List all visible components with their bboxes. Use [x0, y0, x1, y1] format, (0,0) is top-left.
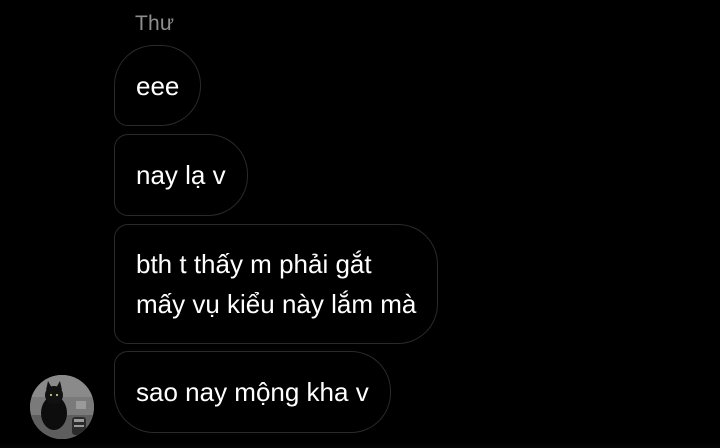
message-bubble[interactable]: eee — [114, 45, 202, 126]
message-text: nay lạ v — [136, 160, 226, 190]
sender-name: Thư — [135, 12, 175, 35]
message-bubble[interactable]: nay lạ v — [114, 134, 248, 216]
cat-photo-avatar-icon — [30, 375, 94, 439]
message-bubble[interactable]: bth t thấy m phải gắt mấy vụ kiểu này lắ… — [114, 224, 439, 344]
sender-avatar[interactable] — [30, 375, 94, 439]
bottom-edge — [0, 442, 720, 448]
message-text-line-2: mấy vụ kiểu này lắm mà — [136, 289, 417, 319]
message-text: eee — [136, 71, 180, 101]
message-text: sao nay mộng kha v — [136, 377, 369, 407]
message-text-line-1: bth t thấy m phải gắt — [136, 249, 372, 279]
message-bubble[interactable]: sao nay mộng kha v — [114, 351, 391, 433]
